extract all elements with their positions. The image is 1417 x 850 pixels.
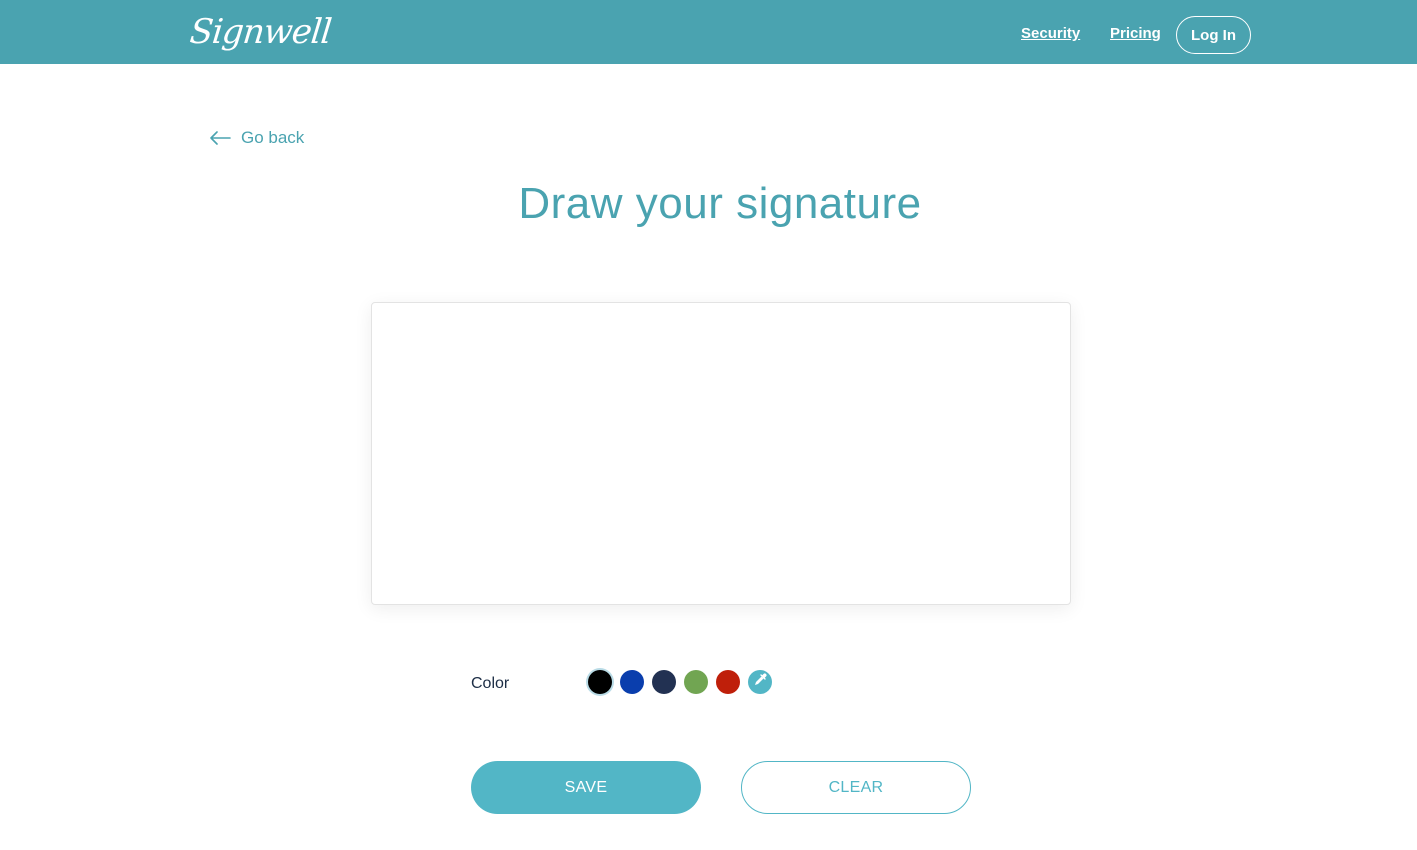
color-swatch-blue[interactable] [620, 670, 644, 694]
color-swatch-navy[interactable] [652, 670, 676, 694]
top-navbar: Signwell Security Pricing Log In [0, 0, 1417, 64]
signwell-logo[interactable]: Signwell [187, 8, 333, 56]
go-back-link[interactable]: Go back [209, 126, 304, 150]
custom-color-picker[interactable] [748, 670, 772, 694]
color-swatch-black[interactable] [588, 670, 612, 694]
save-button[interactable]: SAVE [471, 761, 701, 814]
color-label: Color [471, 675, 510, 692]
arrow-left-icon [209, 131, 231, 145]
eyedropper-icon [753, 672, 767, 692]
clear-button[interactable]: CLEAR [741, 761, 971, 814]
nav-link-security[interactable]: Security [1021, 24, 1080, 44]
signature-pad[interactable] [371, 302, 1071, 605]
go-back-label: Go back [241, 128, 305, 147]
page-title: Draw your signature [518, 179, 922, 228]
login-button[interactable]: Log In [1176, 16, 1251, 54]
nav-link-pricing[interactable]: Pricing [1110, 24, 1161, 44]
color-swatch-red[interactable] [716, 670, 740, 694]
color-swatch-green[interactable] [684, 670, 708, 694]
